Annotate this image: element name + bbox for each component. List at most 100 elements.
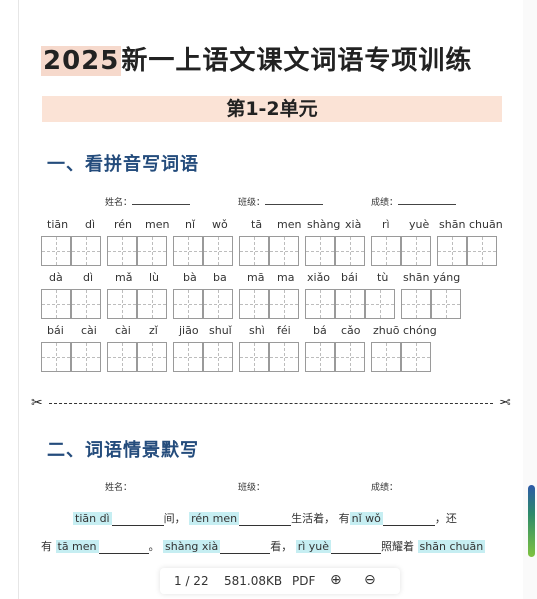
writing-cell[interactable] <box>203 289 233 319</box>
pinyin: cài <box>81 324 97 337</box>
writing-cell[interactable] <box>305 236 335 266</box>
unit-heading: 第1-2单元 <box>42 96 502 122</box>
writing-cell[interactable] <box>107 236 137 266</box>
writing-cell[interactable] <box>371 342 401 372</box>
writing-cell[interactable] <box>41 342 71 372</box>
writing-cell[interactable] <box>365 289 395 319</box>
writing-cell[interactable] <box>269 289 299 319</box>
pinyin-hint: shān chuān <box>417 540 486 553</box>
pinyin-hint: tiān dì <box>73 512 112 525</box>
pinyin: shì <box>249 324 265 337</box>
writing-cell[interactable] <box>431 289 461 319</box>
writing-cell[interactable] <box>401 236 431 266</box>
writing-cell[interactable] <box>137 342 167 372</box>
page-indicator: 1 / 22 <box>174 574 209 588</box>
viewer-toolbar: 1 / 22 581.08KB PDF ⊕ ⊖ <box>160 568 400 594</box>
pinyin-hint: tā men <box>55 540 99 553</box>
writing-cell[interactable] <box>335 236 365 266</box>
class-space <box>265 482 323 490</box>
fill-blank[interactable] <box>239 514 292 526</box>
fill-text: 有 <box>41 540 52 553</box>
fill-blank[interactable] <box>382 514 435 526</box>
zoom-in-icon[interactable]: ⊕ <box>330 572 342 588</box>
pinyin: féi <box>277 324 291 337</box>
writing-cell[interactable] <box>173 236 203 266</box>
writing-cell[interactable] <box>137 236 167 266</box>
fill-blank[interactable] <box>111 514 164 526</box>
class-label: 班级： <box>238 483 266 493</box>
document-page: 2025新一上语文课文词语专项训练 第1-2单元 一、看拼音写词语 姓名： 班级：… <box>18 0 525 599</box>
pinyin: bái <box>47 324 64 337</box>
fill-blank[interactable] <box>331 542 382 554</box>
writing-cell[interactable] <box>335 342 365 372</box>
pinyin: lù <box>149 271 160 284</box>
writing-cell[interactable] <box>437 236 467 266</box>
fill-text: 看， <box>270 540 293 553</box>
pinyin: jiāo <box>179 324 199 337</box>
name-blank[interactable] <box>132 196 191 205</box>
writing-cell[interactable] <box>107 289 137 319</box>
writing-cell[interactable] <box>239 342 269 372</box>
section-heading-1: 一、看拼音写词语 <box>47 154 199 175</box>
vertical-scrollbar[interactable] <box>523 0 537 599</box>
pinyin-hint: rén men <box>189 512 240 525</box>
pinyin: xiǎo <box>307 271 331 284</box>
file-size: 581.08KB <box>224 574 283 588</box>
fill-blank[interactable] <box>220 542 271 554</box>
fill-line-1: tiān dì 间， rén men 生活着， 有 nǐ wǒ ，还 <box>73 510 457 526</box>
scrollbar-thumb[interactable] <box>528 485 535 557</box>
pinyin: shān <box>403 271 430 284</box>
writing-cell[interactable] <box>71 342 101 372</box>
writing-cell[interactable] <box>41 236 71 266</box>
writing-cell[interactable] <box>269 342 299 372</box>
pinyin: ma <box>277 271 295 284</box>
writing-cell[interactable] <box>467 236 497 266</box>
pinyin: zhuō <box>373 324 400 337</box>
writing-cell[interactable] <box>239 236 269 266</box>
writing-cell[interactable] <box>203 342 233 372</box>
pinyin: men <box>145 218 170 231</box>
name-space <box>132 482 190 490</box>
name-label: 姓名： <box>105 483 133 493</box>
section-heading-2: 二、词语情景默写 <box>47 440 199 461</box>
pinyin: zǐ <box>149 324 158 337</box>
writing-cell[interactable] <box>107 342 137 372</box>
writing-cell[interactable] <box>305 342 335 372</box>
fill-text: 。 <box>148 540 160 553</box>
writing-cell[interactable] <box>137 289 167 319</box>
writing-cell[interactable] <box>401 289 431 319</box>
pinyin: bá <box>313 324 327 337</box>
writing-cell[interactable] <box>203 236 233 266</box>
writing-cell[interactable] <box>401 342 431 372</box>
writing-cell[interactable] <box>71 289 101 319</box>
pinyin: shān <box>439 218 466 231</box>
writing-cell[interactable] <box>371 236 401 266</box>
writing-cell[interactable] <box>239 289 269 319</box>
pinyin: yáng <box>433 271 461 284</box>
writing-cell[interactable] <box>41 289 71 319</box>
pinyin-hint: rì yuè <box>295 540 332 553</box>
pinyin: men <box>277 218 302 231</box>
zoom-out-icon[interactable]: ⊖ <box>364 572 376 588</box>
scissors-icon: ✂ <box>31 395 43 411</box>
score-blank[interactable] <box>398 196 457 205</box>
writing-cell[interactable] <box>173 342 203 372</box>
writing-cell[interactable] <box>335 289 365 319</box>
score-label: 成绩： <box>371 483 399 493</box>
pinyin: yuè <box>409 218 430 231</box>
writing-cell[interactable] <box>305 289 335 319</box>
fill-blank[interactable] <box>98 542 149 554</box>
pinyin: ba <box>213 271 227 284</box>
class-blank[interactable] <box>265 196 324 205</box>
file-format: PDF <box>292 574 316 588</box>
writing-cell[interactable] <box>71 236 101 266</box>
scissors-icon: ✂ <box>499 395 511 411</box>
writing-cell[interactable] <box>173 289 203 319</box>
fill-text: 间， <box>163 512 186 525</box>
writing-cell[interactable] <box>269 236 299 266</box>
pinyin: wǒ <box>212 218 228 231</box>
title-text: 新一上语文课文词语专项训练 <box>121 46 473 76</box>
score-label: 成绩： <box>371 198 399 208</box>
pinyin: dì <box>83 271 94 284</box>
pinyin: shàng <box>307 218 341 231</box>
